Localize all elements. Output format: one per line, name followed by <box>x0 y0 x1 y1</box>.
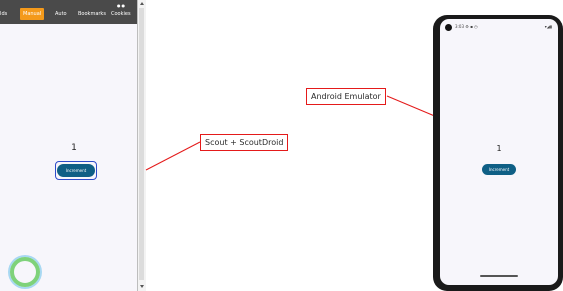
status-time: 3:03 ⚙ ▪ ◷ <box>455 24 478 29</box>
emulator-increment-button[interactable]: Increment <box>482 164 516 175</box>
increment-button[interactable]: Increment <box>57 164 95 177</box>
record-icon[interactable] <box>10 257 40 287</box>
status-icons: ▾◢▮ <box>544 24 552 29</box>
tab-bookmarks[interactable]: Bookmarks <box>78 8 106 20</box>
toolbar-mini-icons: ●● <box>117 3 126 8</box>
scroll-up-icon[interactable] <box>140 2 144 5</box>
counter-value: 1 <box>71 143 77 153</box>
scout-scrollbar[interactable] <box>137 0 146 291</box>
emulator-connector-line <box>386 95 438 118</box>
scroll-down-icon[interactable] <box>140 285 144 288</box>
camera-icon <box>445 24 452 31</box>
home-gesture-bar[interactable] <box>480 275 518 277</box>
scout-connector-line <box>145 141 201 171</box>
tab-manual[interactable]: Manual <box>20 8 45 20</box>
scroll-thumb[interactable] <box>139 8 144 280</box>
scout-toolbar: Ids Manual Auto Bookmarks Cookies ●● <box>0 0 137 24</box>
scout-label: Scout + ScoutDroid <box>200 134 289 151</box>
android-screen: 3:03 ⚙ ▪ ◷ ▾◢▮ 1 Increment <box>440 19 558 285</box>
tab-cookies[interactable]: Cookies <box>111 8 131 20</box>
scout-app-screen <box>0 24 137 291</box>
scout-panel: Ids Manual Auto Bookmarks Cookies ●● 1 I… <box>0 0 146 291</box>
emulator-label: Android Emulator <box>306 88 386 105</box>
emulator-counter-value: 1 <box>496 144 502 153</box>
tab-ids[interactable]: Ids <box>0 8 7 20</box>
tab-auto[interactable]: Auto <box>55 8 67 20</box>
